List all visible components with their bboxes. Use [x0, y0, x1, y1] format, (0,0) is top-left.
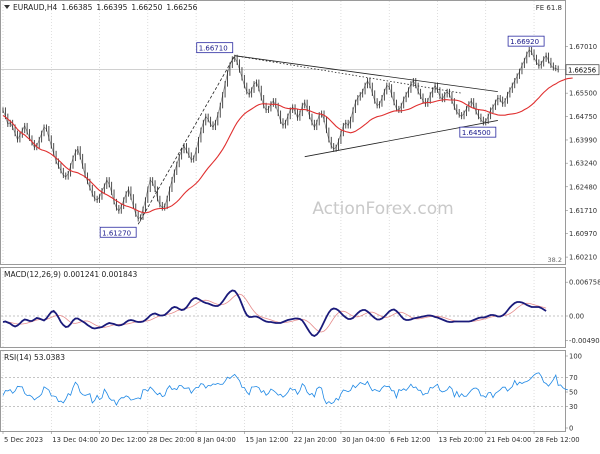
ohlc-low: 1.66250: [131, 3, 162, 12]
price-ytick-label-9: 1.60210: [569, 254, 597, 262]
annotation-label-0: 1.66710: [199, 45, 228, 53]
rsi-ytick-label-3: 30: [569, 403, 578, 411]
xtick-label-5: 15 Jan 12:00: [245, 436, 288, 444]
rsi-ytick-label-2: 50: [569, 389, 578, 397]
xtick-label-2: 20 Dec 12:00: [101, 436, 147, 444]
xtick-label-7: 30 Jan 04:00: [342, 436, 385, 444]
rsi-panel-title: RSI(14) 53.0383: [4, 353, 65, 362]
price-ytick-label-6: 1.62480: [569, 183, 597, 191]
xtick-label-10: 21 Feb 04:00: [487, 436, 532, 444]
price-ytick-label-8: 1.60970: [569, 230, 597, 238]
annotation-label-3: 1.66920: [510, 38, 539, 46]
macd-panel-title: MACD(12,26,9) 0.001241 0.001843: [4, 270, 138, 279]
rsi-ytick-label-0: 100: [569, 353, 582, 361]
price-ytick-label-4: 1.63990: [569, 136, 597, 144]
xtick-label-0: 5 Dec 2023: [4, 436, 43, 444]
rsi-ytick-label-1: 70: [569, 374, 578, 382]
watermark-text: ActionForex.com: [312, 199, 453, 219]
macd-panel-frame: [0, 267, 566, 348]
rsi-panel-frame: [0, 350, 566, 432]
fib-label: 38.2: [548, 256, 562, 264]
xtick-label-3: 28 Dec 20:00: [149, 436, 195, 444]
price-ytick-label-2: 1.65500: [569, 90, 597, 98]
xtick-label-8: 6 Feb 12:00: [390, 436, 430, 444]
ohlc-open: 1.66385: [61, 3, 92, 12]
price-ytick-label-3: 1.64750: [569, 113, 597, 121]
current-price-label: 1.66256: [568, 67, 596, 75]
xtick-label-11: 28 Feb 12:00: [535, 436, 580, 444]
macd-ytick-label-1: 0.00: [569, 313, 584, 321]
annotation-label-1: 1.61270: [102, 229, 131, 237]
xtick-label-6: 22 Jan 20:00: [294, 436, 337, 444]
symbol-timeframe: EURAUD,H4: [13, 3, 58, 12]
xtick-label-4: 8 Jan 04:00: [197, 436, 236, 444]
price-panel-title: EURAUD,H4 1.66385 1.66395 1.66250 1.66256: [13, 3, 198, 12]
price-ytick-label-5: 1.63240: [569, 160, 597, 168]
xtick-label-9: 13 Feb 20:00: [438, 436, 483, 444]
fe-label: FE 61.8: [536, 4, 562, 12]
macd-ytick-label-2: -0.004904: [569, 337, 600, 345]
rsi-ytick-label-4: 0: [569, 425, 573, 433]
chart-root: ActionForex.com 1.66710 1.61270 1.64500 1.6…: [0, 0, 600, 450]
chart-canvas: ActionForex.com 1.66710 1.61270 1.64500 1.6…: [0, 0, 600, 444]
macd-ytick-label-0: 0.006758: [569, 279, 600, 287]
price-ytick-label-0: 1.67010: [569, 43, 597, 51]
ohlc-high: 1.66395: [96, 3, 127, 12]
ohlc-close: 1.66256: [166, 3, 197, 12]
annotation-label-2: 1.64500: [462, 129, 491, 137]
price-ytick-label-7: 1.61710: [569, 207, 597, 215]
xtick-label-1: 13 Dec 04:00: [52, 436, 98, 444]
